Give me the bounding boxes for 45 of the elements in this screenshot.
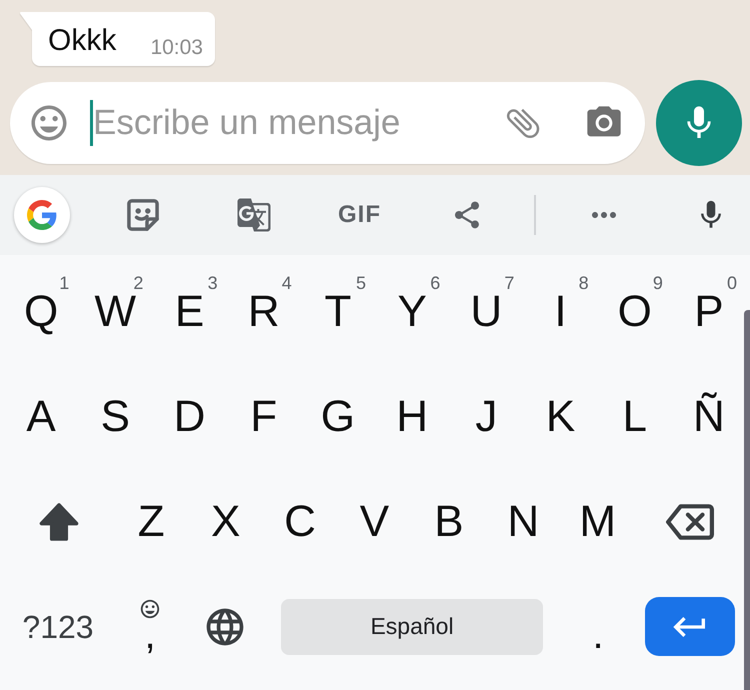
message-text: Okkk xyxy=(48,26,116,56)
key-hint: 4 xyxy=(282,274,292,292)
enter-key[interactable] xyxy=(645,597,735,656)
keyboard-key[interactable]: V xyxy=(337,469,412,574)
message-input[interactable]: Escribe un mensaje xyxy=(93,98,495,148)
key-hint: 9 xyxy=(652,274,663,292)
keyboard-key[interactable]: B xyxy=(412,469,486,574)
comma-key[interactable]: , xyxy=(139,598,161,656)
sticker-icon[interactable] xyxy=(127,199,159,231)
keyboard-key[interactable]: F xyxy=(226,364,301,469)
key-hint: 2 xyxy=(133,274,144,292)
keyboard-key[interactable]: C xyxy=(262,469,338,574)
keyboard-key[interactable]: A xyxy=(4,364,78,469)
keyboard-key[interactable]: N xyxy=(486,469,561,574)
gif-button[interactable]: GIF xyxy=(338,203,381,227)
keyboard-key[interactable]: K xyxy=(523,364,598,469)
backspace-icon xyxy=(666,504,714,540)
google-button[interactable] xyxy=(14,187,70,243)
keyboard-key[interactable]: Ñ xyxy=(672,364,746,469)
keyboard-key[interactable]: S xyxy=(78,364,152,469)
message-time: 10:03 xyxy=(150,37,203,58)
key-hint: 1 xyxy=(59,274,70,292)
message-field[interactable]: Escribe un mensaje xyxy=(10,82,645,164)
key-hint: 0 xyxy=(727,274,738,292)
google-logo-icon xyxy=(27,200,57,230)
key-hint: 7 xyxy=(504,274,514,292)
key-hint: 5 xyxy=(356,274,366,292)
symbols-key[interactable]: ?123 xyxy=(22,610,94,642)
keyboard-key[interactable]: L xyxy=(598,364,672,469)
keyboard-key[interactable]: H xyxy=(375,364,450,469)
key-hint: 3 xyxy=(208,274,218,292)
translate-icon[interactable] xyxy=(236,197,272,233)
keyboard-key[interactable]: G xyxy=(300,364,376,469)
keyboard-key[interactable]: I 8 xyxy=(523,259,598,364)
period-key[interactable]: . xyxy=(592,598,604,654)
keyboard-key[interactable]: X xyxy=(188,469,263,574)
space-bar[interactable]: Español xyxy=(281,598,543,654)
keyboard-key[interactable]: D xyxy=(152,364,227,469)
key-hint: 8 xyxy=(578,274,589,292)
key-hint: 6 xyxy=(430,274,440,292)
keyboard-key[interactable]: M xyxy=(560,469,635,574)
text-cursor-icon xyxy=(90,100,93,146)
keyboard-key[interactable]: Z xyxy=(114,469,188,574)
emoji-icon xyxy=(139,598,161,620)
keyboard-key[interactable]: J xyxy=(449,364,524,469)
